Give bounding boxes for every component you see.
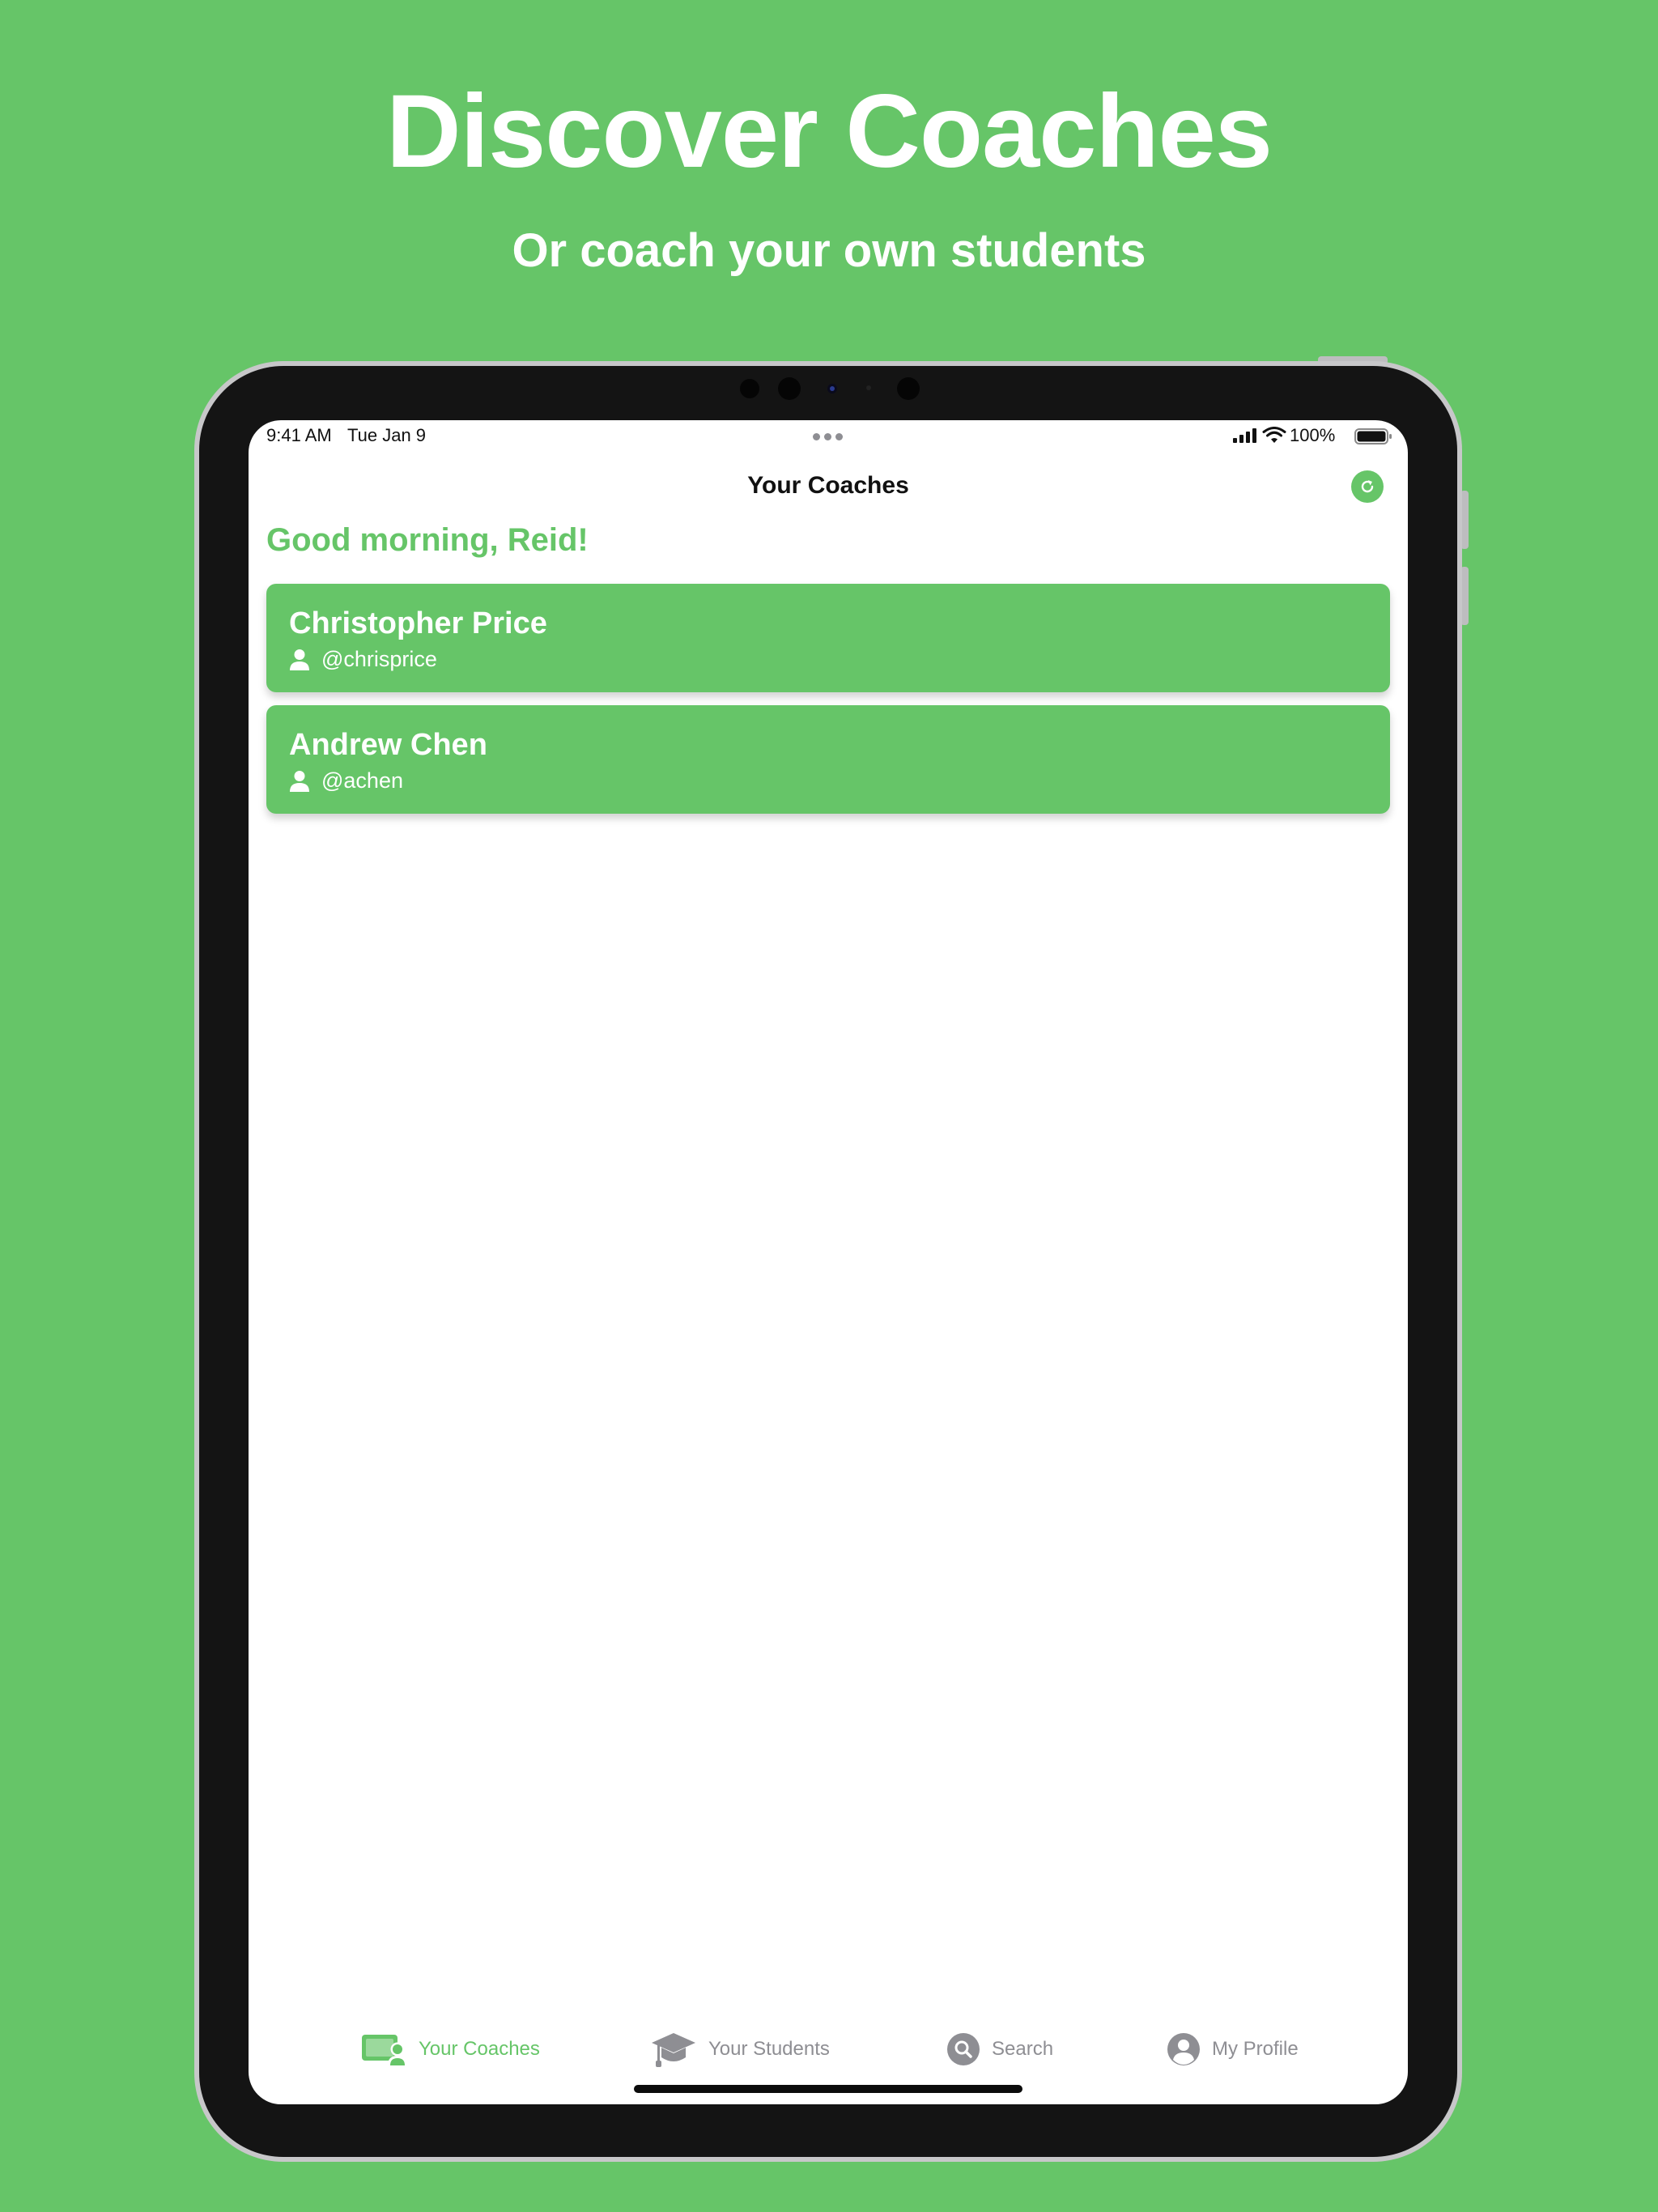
tab-your-students[interactable]: Your Students	[650, 2025, 830, 2074]
coach-name: Christopher Price	[289, 606, 547, 640]
refresh-icon	[1361, 480, 1374, 493]
coach-name: Andrew Chen	[289, 728, 487, 762]
search-icon	[947, 2033, 980, 2065]
refresh-button[interactable]	[1351, 470, 1384, 503]
coach-handle: @chrisprice	[321, 647, 437, 671]
profile-icon	[1167, 2033, 1200, 2065]
coach-board-icon	[362, 2035, 407, 2065]
status-bar: 9:41 AM Tue Jan 9 100%	[249, 420, 1408, 453]
tab-your-coaches[interactable]: Your Coaches	[360, 2025, 540, 2074]
camera-lens	[827, 384, 837, 393]
sensor-dot	[866, 385, 871, 390]
status-time: 9:41 AM	[266, 425, 332, 445]
nav-title: Your Coaches	[747, 472, 909, 499]
app-screen: 9:41 AM Tue Jan 9 100% Your Coaches Good…	[249, 420, 1408, 2104]
tab-label: Your Coaches	[419, 2038, 540, 2060]
coach-card[interactable]: Andrew Chen @achen	[266, 705, 1390, 814]
person-icon	[290, 771, 309, 792]
battery-icon	[1354, 428, 1392, 445]
person-icon	[290, 649, 309, 670]
tab-label: Your Students	[708, 2038, 830, 2060]
coach-handle: @achen	[321, 768, 403, 793]
coach-card[interactable]: Christopher Price @chrisprice	[266, 584, 1390, 692]
home-indicator[interactable]	[634, 2085, 1022, 2093]
tab-search[interactable]: Search	[946, 2025, 1053, 2074]
status-date: Tue Jan 9	[347, 425, 427, 445]
marketing-subheadline: Or coach your own students	[512, 224, 1146, 277]
tab-my-profile[interactable]: My Profile	[1167, 2025, 1299, 2074]
cellular-signal-icon	[1233, 428, 1256, 443]
sensor-dot	[778, 377, 801, 400]
tab-bar: Your Coaches Your Students Search My Pro…	[249, 2025, 1408, 2074]
battery-percentage: 100%	[1290, 425, 1336, 445]
marketing-headline: Discover Coaches	[386, 74, 1273, 189]
sensor-dot	[740, 379, 759, 398]
tab-label: Search	[992, 2038, 1054, 2060]
multitasking-dots-icon[interactable]	[813, 433, 845, 441]
greeting-heading: Good morning, Reid!	[266, 522, 589, 558]
sensor-dot	[897, 377, 920, 400]
tab-label: My Profile	[1212, 2038, 1299, 2060]
wifi-icon	[1262, 427, 1286, 443]
graduation-cap-icon	[652, 2033, 695, 2067]
